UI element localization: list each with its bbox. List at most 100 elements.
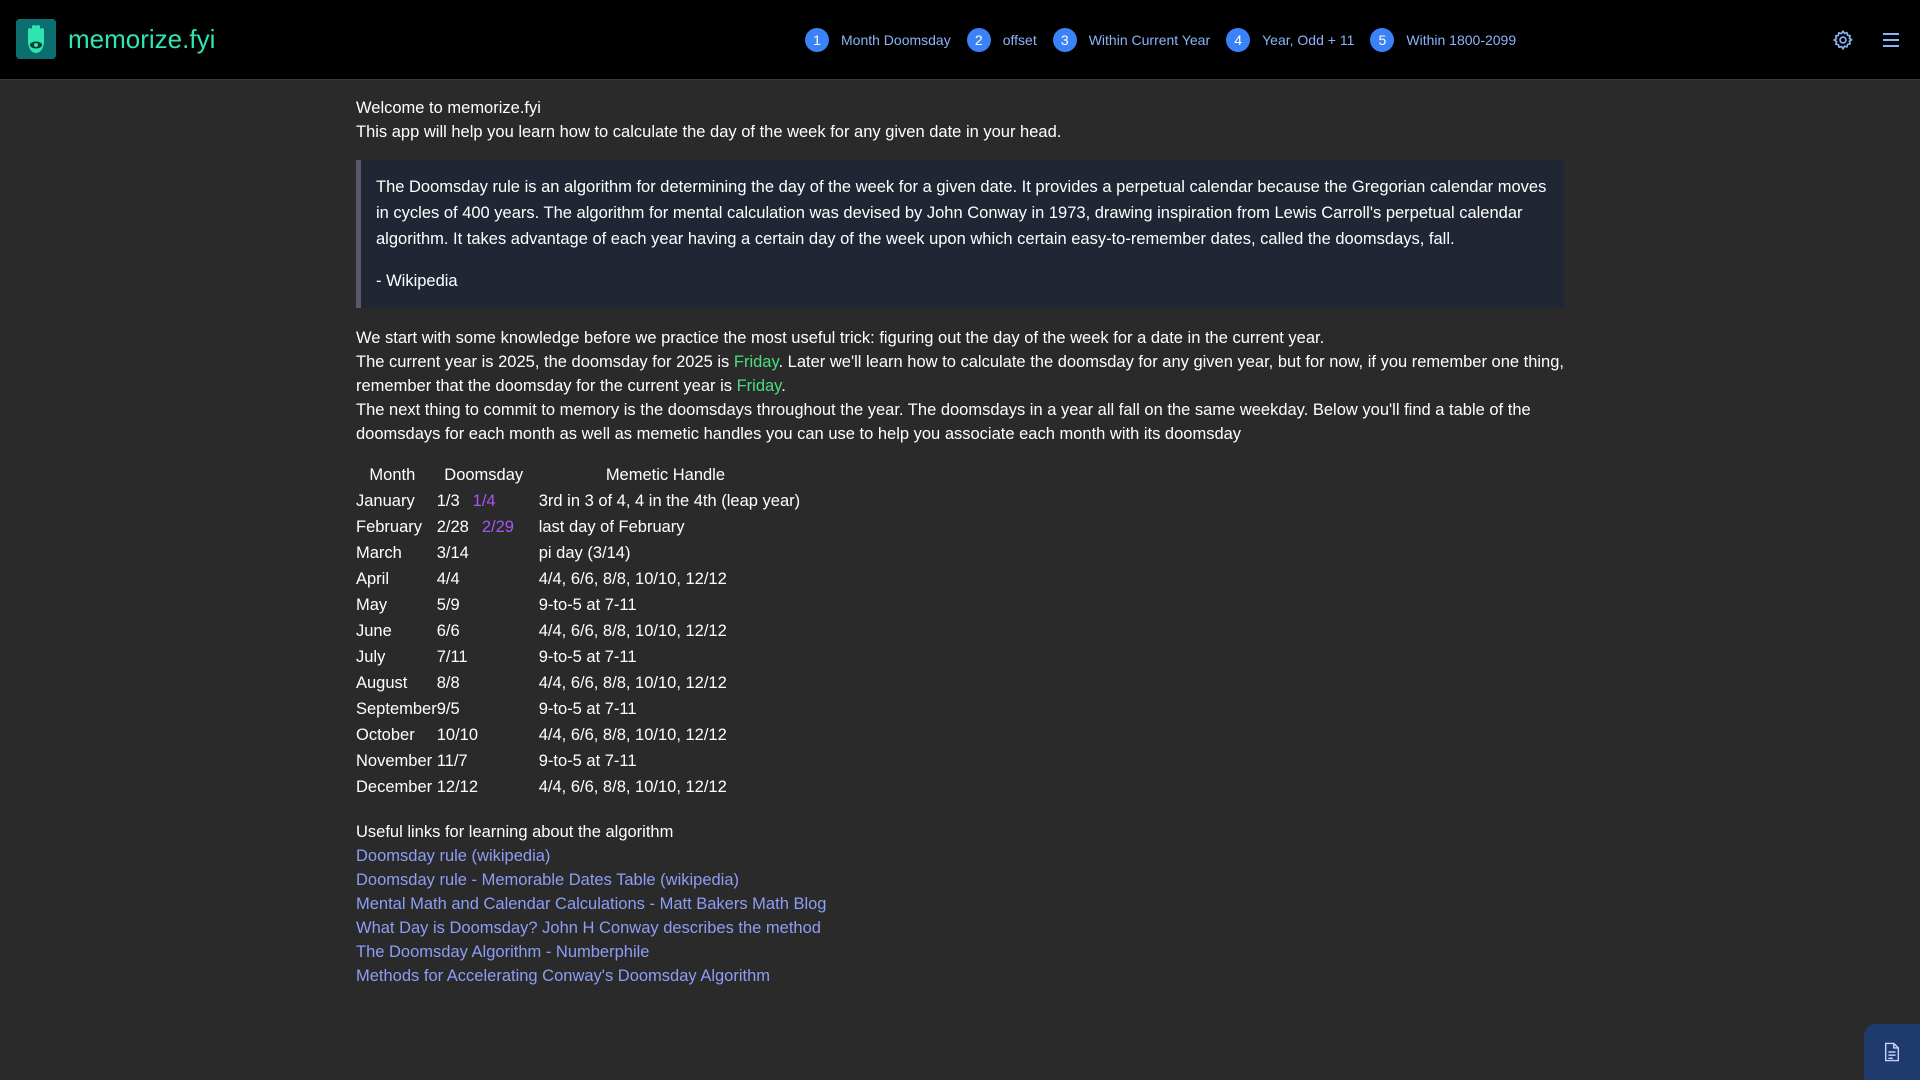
table-row: October 10/10 4/4, 6/6, 8/8, 10/10, 12/12: [356, 722, 800, 748]
table-row: February 2/28 2/29 last day of February: [356, 514, 800, 540]
table-row: May 5/9 9-to-5 at 7-11: [356, 592, 800, 618]
doomsday-cell: 12/12: [437, 774, 539, 800]
step-label: Month Doomsday: [841, 32, 951, 48]
table-row: November 11/7 9-to-5 at 7-11: [356, 748, 800, 774]
intro-description: This app will help you learn how to calc…: [356, 123, 1062, 141]
doomsday-cell: 11/7: [437, 748, 539, 774]
doomsday-date: 1/3: [436, 492, 460, 510]
step-number: 1: [805, 28, 829, 52]
step-1[interactable]: 1 Month Doomsday: [805, 28, 951, 52]
memetic-handle-cell: last day of February: [538, 518, 685, 536]
link-doomsday-wikipedia[interactable]: Doomsday rule (wikipedia): [356, 844, 1564, 868]
doomsday-cell: 9/5: [437, 696, 539, 722]
step-5[interactable]: 5 Within 1800-2099: [1370, 28, 1516, 52]
doomsday-cell: 2/28 2/29: [437, 514, 539, 540]
memetic-handle-cell: 4/4, 6/6, 8/8, 10/10, 12/12: [538, 778, 727, 796]
document-button[interactable]: [1864, 1024, 1920, 1080]
table-row: March 3/14 pi day (3/14): [356, 540, 800, 566]
step-nav: 1 Month Doomsday 2 offset 3 Within Curre…: [805, 28, 1532, 52]
doomsday-date: 6/6: [436, 622, 460, 640]
leap-year-date: 2/29: [481, 518, 514, 536]
memetic-handle-cell: 9-to-5 at 7-11: [538, 752, 637, 770]
col-header-month: Month: [369, 466, 416, 484]
doomsday-date: 11/7: [436, 752, 468, 770]
top-bar: memorize.fyi 1 Month Doomsday 2 offset 3…: [0, 0, 1920, 80]
brand-name[interactable]: memorize.fyi: [68, 22, 215, 56]
doomsday-cell: 3/14: [437, 540, 539, 566]
month-cell: August: [356, 674, 408, 692]
month-cell: January: [356, 492, 415, 510]
month-cell: November: [356, 752, 433, 770]
step-number: 5: [1370, 28, 1395, 52]
quote-text: The Doomsday rule is an algorithm for de…: [376, 178, 1547, 248]
doomsday-cell: 6/6: [437, 618, 539, 644]
memetic-handle-cell: 4/4, 6/6, 8/8, 10/10, 12/12: [538, 622, 727, 640]
doomsday-date: 3/14: [436, 544, 469, 562]
links-heading: Useful links for learning about the algo…: [356, 823, 674, 841]
step-4[interactable]: 4 Year, Odd + 11: [1226, 28, 1354, 52]
col-header-doomsday: Doomsday: [444, 466, 524, 484]
doomsday-date: 10/10: [436, 726, 479, 744]
wikipedia-quote: The Doomsday rule is an algorithm for de…: [356, 160, 1564, 308]
doomsday-date: 2/28: [436, 518, 469, 536]
memetic-handle-cell: 4/4, 6/6, 8/8, 10/10, 12/12: [538, 570, 727, 588]
month-cell: June: [356, 622, 392, 640]
doomsday-date: 5/9: [436, 596, 460, 614]
memetic-handle-cell: 3rd in 3 of 4, 4 in the 4th (leap year): [538, 492, 801, 510]
step-number: 3: [1052, 28, 1077, 52]
link-matt-baker-blog[interactable]: Mental Math and Calendar Calculations - …: [356, 892, 1564, 916]
month-cell: December: [356, 778, 433, 796]
doomsday-highlight: Friday: [736, 377, 782, 395]
memetic-handle-cell: 4/4, 6/6, 8/8, 10/10, 12/12: [538, 674, 727, 692]
step-label: Year, Odd + 11: [1262, 32, 1355, 48]
doomsday-date: 12/12: [436, 778, 479, 796]
links-section: Useful links for learning about the algo…: [356, 820, 1564, 988]
doomsday-date: 8/8: [436, 674, 460, 692]
step-label: offset: [1002, 32, 1037, 48]
doomsday-cell: 1/3 1/4: [437, 488, 539, 514]
quote-source: - Wikipedia: [376, 272, 458, 290]
link-numberphile[interactable]: The Doomsday Algorithm - Numberphile: [356, 940, 1564, 964]
step-number: 2: [966, 28, 991, 52]
step-3[interactable]: 3 Within Current Year: [1052, 28, 1210, 52]
table-header-row: Month Doomsday Memetic Handle: [356, 462, 800, 488]
link-accelerating-methods[interactable]: Methods for Accelerating Conway's Doomsd…: [356, 964, 1564, 988]
doomsday-date: 4/4: [436, 570, 460, 588]
doomsday-cell: 4/4: [437, 566, 539, 592]
table-row: June 6/6 4/4, 6/6, 8/8, 10/10, 12/12: [356, 618, 800, 644]
month-cell: April: [356, 570, 390, 588]
doomsday-table: Month Doomsday Memetic Handle January 1/3…: [356, 462, 800, 800]
link-conway-describes[interactable]: What Day is Doomsday? John H Conway desc…: [356, 916, 1564, 940]
col-header-handle: Memetic Handle: [605, 466, 726, 484]
doomsday-highlight: Friday: [733, 353, 779, 371]
link-memorable-dates-table[interactable]: Doomsday rule - Memorable Dates Table (w…: [356, 868, 1564, 892]
hamburger-menu-icon[interactable]: [1881, 31, 1901, 49]
doomsday-cell: 10/10: [437, 722, 539, 748]
doomsday-date: 9/5: [436, 700, 460, 718]
memetic-handle-cell: 9-to-5 at 7-11: [538, 648, 637, 666]
step-label: Within 1800-2099: [1406, 32, 1517, 48]
step-2[interactable]: 2 offset: [966, 28, 1037, 52]
month-cell: September: [356, 700, 437, 718]
month-cell: February: [356, 518, 423, 536]
memetic-handle-cell: 4/4, 6/6, 8/8, 10/10, 12/12: [538, 726, 727, 744]
leap-year-date: 1/4: [472, 492, 496, 510]
month-cell: July: [356, 648, 386, 666]
text-segment: The current year is 2025, the doomsday f…: [356, 353, 734, 371]
table-row: December 12/12 4/4, 6/6, 8/8, 10/10, 12/12: [356, 774, 800, 800]
paragraph-intro: We start with some knowledge before we p…: [356, 329, 1325, 347]
doomsday-cell: 5/9: [437, 592, 539, 618]
memetic-handle-cell: 9-to-5 at 7-11: [538, 700, 637, 718]
doomsday-cell: 8/8: [437, 670, 539, 696]
paragraph-current-year: The current year is 2025, the doomsday f…: [356, 350, 1564, 398]
table-row: August 8/8 4/4, 6/6, 8/8, 10/10, 12/12: [356, 670, 800, 696]
month-cell: March: [356, 544, 402, 562]
intro-welcome: Welcome to memorize.fyi: [356, 99, 541, 117]
document-icon: [1884, 1042, 1900, 1062]
table-row: April 4/4 4/4, 6/6, 8/8, 10/10, 12/12: [356, 566, 800, 592]
month-cell: October: [356, 726, 415, 744]
doomsday-date: 7/11: [436, 648, 468, 666]
hamsa-eye-icon[interactable]: [16, 19, 56, 59]
table-row: January 1/3 1/4 3rd in 3 of 4, 4 in the 4th…: [356, 488, 800, 514]
gear-icon[interactable]: [1832, 29, 1854, 51]
